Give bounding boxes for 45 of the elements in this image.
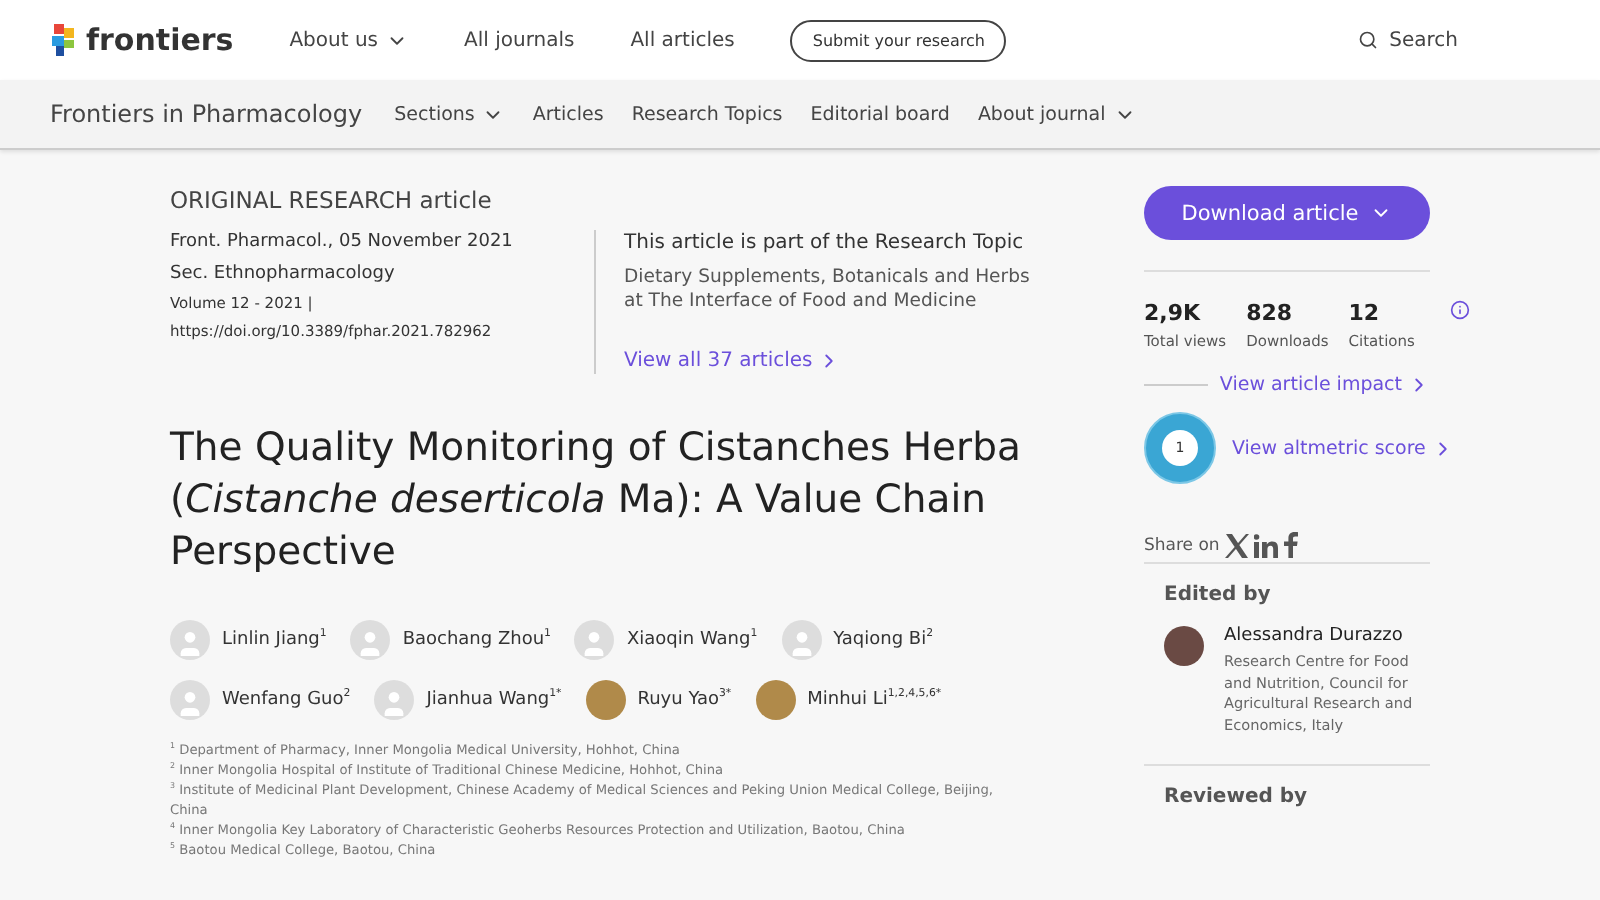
journal-title[interactable]: Frontiers in Pharmacology [50, 100, 363, 128]
article-impact-link[interactable]: View article impact [1219, 374, 1430, 396]
stat-value: 12 [1348, 300, 1382, 326]
author-name[interactable]: Minhui Li$^{1,2,4,5,6*}$ [807, 688, 942, 711]
x-icon[interactable] [1223, 533, 1250, 557]
topic-name: Dietary Supplements, Botanicals and Herbs at The Interface of Food and Medicine [624, 265, 1032, 316]
nav-link[interactable]: Sections [394, 103, 505, 125]
author-name[interactable]: Wenfang Guo$^{2}$ [222, 688, 351, 711]
nav-link[interactable]: Research Topics [631, 103, 783, 125]
logo-text: frontiers [86, 22, 234, 58]
nav-link[interactable]: Articles [532, 103, 604, 125]
facebook-icon[interactable] [1283, 532, 1298, 558]
nav-link[interactable]: All articles [630, 29, 735, 51]
stat-value: 828 [1246, 300, 1295, 326]
editor-name[interactable]: Alessandra Durazzo [1224, 626, 1430, 646]
search-button[interactable]: Search [1345, 27, 1470, 53]
nav-link[interactable]: Editorial board [810, 103, 950, 125]
search-icon [1357, 30, 1378, 50]
info-icon[interactable] [1450, 300, 1470, 320]
author-name[interactable]: Baochang Zhou$^{1}$ [402, 628, 551, 651]
share-label: Share on [1144, 535, 1220, 555]
linkedin-icon[interactable] [1253, 533, 1280, 557]
author-name[interactable]: Jianhua Wang$^{1*}$ [426, 688, 562, 711]
logo[interactable]: frontiers [50, 22, 234, 58]
altmetric-link[interactable]: View altmetric score [1232, 437, 1454, 459]
nav-link[interactable]: About us [289, 29, 409, 51]
reviewed-by-heading: Reviewed by [1164, 786, 1310, 809]
author-name[interactable]: Xiaoqin Wang$^{1}$ [626, 628, 758, 651]
photo-placeholder [1164, 626, 1204, 666]
download-button[interactable]: Download article [1144, 186, 1430, 240]
edited-by-heading: Edited by [1164, 584, 1273, 606]
stat-value: 2,9K [1144, 300, 1203, 326]
article-title: The Quality Monitoring of Cistanches Herba (Cistanche deserticola Ma): A Value Chain Perspective [170, 421, 1023, 579]
author-name[interactable]: Ruyu Yao$^{3*}$ [637, 688, 732, 711]
view-articles-link[interactable]: View all 37 articles [624, 349, 841, 372]
topic-intro: This article is part of the Research Topic [624, 230, 1026, 257]
citation: Front. Pharmacol., 05 November 2021 [170, 230, 515, 255]
nav-link[interactable]: About journal [977, 103, 1136, 125]
author-name[interactable]: Linlin Jiang$^{1}$ [222, 628, 327, 651]
submit-button[interactable]: Submit your research [790, 19, 1007, 61]
author-name[interactable]: Yaqiong Bi$^{2}$ [833, 628, 934, 651]
nav-link[interactable]: All journals [464, 29, 575, 51]
logo-icon [50, 24, 78, 56]
section: Sec. Ethnopharmacology [170, 262, 594, 287]
article-type: ORIGINAL RESEARCH article [170, 186, 494, 214]
